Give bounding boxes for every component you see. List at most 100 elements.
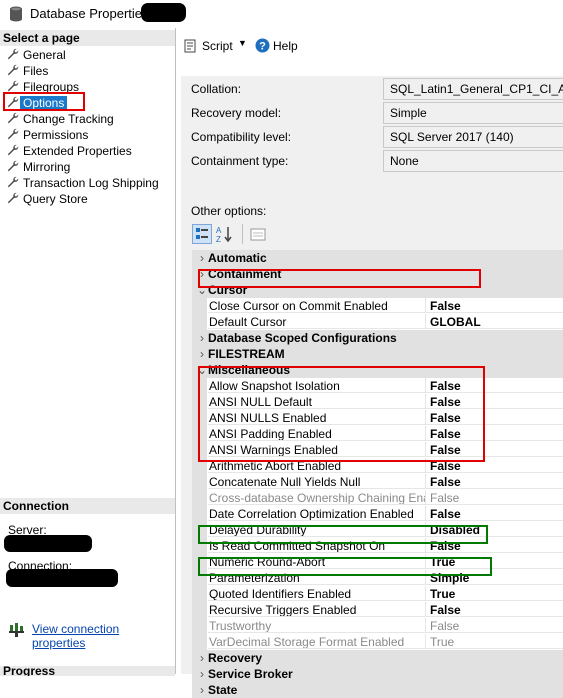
page-item-query-store[interactable]: Query Store: [7, 191, 91, 207]
page-item-mirroring[interactable]: Mirroring: [7, 159, 73, 175]
category-name: FILESTREAM: [208, 347, 285, 361]
row-gutter: [192, 506, 207, 522]
property-row-trustworthy[interactable]: Trustworthy False: [192, 618, 563, 634]
category-name: Automatic: [208, 251, 267, 265]
categorized-view-icon[interactable]: [192, 224, 212, 244]
page-item-files[interactable]: Files: [7, 63, 51, 79]
containment-type-label: Containment type:: [191, 154, 289, 168]
right-panel: Script ▼ ? Help Collation: SQL_Latin1_Gen…: [176, 28, 563, 698]
redacted-connection: [6, 569, 118, 587]
wrench-icon: [7, 128, 20, 144]
page-item-change-tracking[interactable]: Change Tracking: [7, 111, 117, 127]
chevron-right-icon[interactable]: ›: [195, 650, 209, 666]
view-connection-properties-link[interactable]: View connection properties: [32, 622, 175, 650]
property-name: Cross-database Ownership Chaining Enable…: [208, 490, 426, 505]
page-item-label: Query Store: [23, 192, 88, 206]
property-row-default-cursor[interactable]: Default Cursor GLOBAL: [192, 314, 563, 330]
row-gutter: [192, 474, 207, 490]
property-pages-icon[interactable]: [250, 226, 266, 245]
script-dropdown-icon[interactable]: ▼: [238, 38, 247, 48]
property-value: False: [426, 618, 563, 633]
redacted-server: [4, 535, 92, 552]
database-icon: [9, 6, 23, 25]
page-item-label: Mirroring: [23, 160, 71, 174]
property-name: Trustworthy: [208, 618, 426, 633]
numeric-round-abort-highlight-box: [198, 525, 488, 544]
row-gutter: [192, 634, 207, 650]
property-value[interactable]: False: [426, 506, 563, 521]
recovery-model-row: Recovery model: Simple: [191, 102, 563, 124]
property-row-cross-database-ownership-chaining-enabled[interactable]: Cross-database Ownership Chaining Enable…: [192, 490, 563, 506]
chevron-right-icon[interactable]: ›: [195, 250, 209, 266]
property-row-date-correlation-optimization-enabled[interactable]: Date Correlation Optimization Enabled Fal…: [192, 506, 563, 522]
property-name: Default Cursor: [208, 314, 426, 329]
left-panel: Select a page General Files Filegroups Opti…: [0, 28, 176, 676]
options-highlight-box: [3, 92, 85, 111]
compatibility-level-select[interactable]: SQL Server 2017 (140): [383, 126, 563, 148]
cursor-commit-highlight-box: [198, 269, 481, 288]
compatibility-level-row: Compatibility level: SQL Server 2017 (140…: [191, 126, 563, 148]
row-gutter: [192, 298, 207, 314]
property-row-quoted-identifiers-enabled[interactable]: Quoted Identifiers Enabled True: [192, 586, 563, 602]
page-item-permissions[interactable]: Permissions: [7, 127, 91, 143]
category-automatic[interactable]: › Automatic: [192, 250, 563, 266]
category-service-broker[interactable]: › Service Broker: [192, 666, 563, 682]
select-page-header: Select a page: [0, 30, 175, 46]
page-item-extended-properties[interactable]: Extended Properties: [7, 143, 135, 159]
collation-row: Collation: SQL_Latin1_General_CP1_CI_AS: [191, 78, 563, 100]
recovery-model-select[interactable]: Simple: [383, 102, 563, 124]
property-value[interactable]: GLOBAL: [426, 314, 563, 329]
collation-select[interactable]: SQL_Latin1_General_CP1_CI_AS: [383, 78, 563, 100]
property-row-close-cursor-on-commit-enabled[interactable]: Close Cursor on Commit Enabled False: [192, 298, 563, 314]
property-value[interactable]: False: [426, 474, 563, 489]
property-row-recursive-triggers-enabled[interactable]: Recursive Triggers Enabled False: [192, 602, 563, 618]
toolbar-divider: [242, 224, 243, 244]
chevron-right-icon[interactable]: ›: [195, 346, 209, 362]
category-recovery[interactable]: › Recovery: [192, 650, 563, 666]
row-gutter: [192, 602, 207, 618]
connection-header: Connection: [0, 498, 175, 514]
chevron-right-icon[interactable]: ›: [195, 682, 209, 698]
category-database-scoped-configurations[interactable]: › Database Scoped Configurations: [192, 330, 563, 346]
property-name: Close Cursor on Commit Enabled: [208, 298, 426, 313]
wrench-icon: [7, 192, 20, 208]
page-item-label: Transaction Log Shipping: [23, 176, 159, 190]
wrench-icon: [7, 144, 20, 160]
wrench-icon: [7, 48, 20, 64]
property-row-vardecimal-storage-format-enabled[interactable]: VarDecimal Storage Format Enabled True: [192, 634, 563, 650]
property-value: False: [426, 490, 563, 505]
progress-header: Progress: [0, 666, 175, 676]
wrench-icon: [7, 64, 20, 80]
alphabetical-sort-icon[interactable]: AZ: [216, 225, 234, 246]
property-row-concatenate-null-yields-null[interactable]: Concatenate Null Yields Null False: [192, 474, 563, 490]
help-icon[interactable]: ?: [255, 38, 270, 56]
page-item-label: Change Tracking: [23, 112, 114, 126]
page-item-transaction-log-shipping[interactable]: Transaction Log Shipping: [7, 175, 162, 191]
connection-properties-icon: [9, 623, 25, 640]
svg-text:Z: Z: [216, 235, 221, 243]
category-state[interactable]: › State: [192, 682, 563, 698]
chevron-right-icon[interactable]: ›: [195, 666, 209, 682]
property-value[interactable]: False: [426, 602, 563, 617]
property-value[interactable]: False: [426, 298, 563, 313]
row-gutter: [192, 314, 207, 330]
page-item-label: Files: [23, 64, 49, 78]
category-name: Service Broker: [208, 667, 293, 681]
category-filestream[interactable]: › FILESTREAM: [192, 346, 563, 362]
category-name: State: [208, 683, 238, 697]
containment-type-select[interactable]: None: [383, 150, 563, 172]
chevron-right-icon[interactable]: ›: [195, 330, 209, 346]
page-item-general[interactable]: General: [7, 47, 69, 63]
svg-text:?: ?: [259, 41, 266, 53]
ansi-settings-highlight-box: [198, 366, 485, 462]
property-value: True: [426, 634, 563, 649]
category-name: Database Scoped Configurations: [208, 331, 397, 345]
script-button[interactable]: Script: [202, 39, 233, 53]
title-bar: Database Properties -: [0, 0, 563, 28]
row-gutter: [192, 490, 207, 506]
property-value[interactable]: True: [426, 586, 563, 601]
row-gutter: [192, 618, 207, 634]
help-button[interactable]: Help: [273, 39, 298, 53]
redacted-db-name: [141, 3, 186, 22]
property-name: Date Correlation Optimization Enabled: [208, 506, 426, 521]
